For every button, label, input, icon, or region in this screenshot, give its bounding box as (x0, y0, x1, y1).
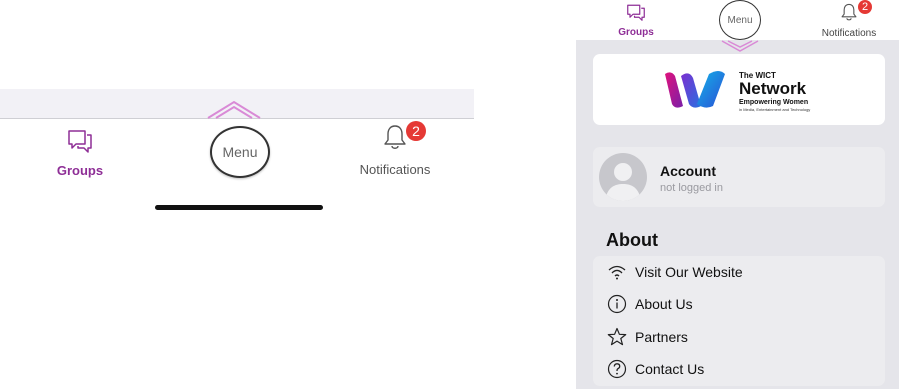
tab-groups[interactable]: Groups (40, 128, 120, 178)
tab-notifications-label: Notifications (359, 162, 431, 177)
home-indicator (155, 205, 323, 210)
menu-button-label: Menu (727, 14, 753, 26)
list-item-contact-us[interactable]: Contact Us (593, 353, 885, 385)
account-status: not logged in (660, 182, 723, 194)
star-icon (607, 327, 627, 346)
tab-notifications-label: Notifications (821, 28, 877, 39)
tab-notifications[interactable]: 2 Notifications (814, 0, 884, 39)
about-list: Visit Our Website About Us Partners Cont… (593, 256, 885, 386)
menu-button-label: Menu (222, 144, 258, 160)
logo-tagline: Empowering Women (739, 99, 809, 106)
bell-icon: 2 (382, 121, 426, 156)
notifications-badge: 2 (406, 121, 426, 141)
info-icon (607, 294, 627, 314)
account-title: Account (660, 163, 716, 179)
logo-subtagline: in Media, Entertainment and Technology (739, 107, 811, 112)
menu-button[interactable]: Menu (719, 0, 761, 40)
chat-bubbles-icon (626, 3, 646, 26)
tab-groups[interactable]: Groups (606, 3, 666, 38)
list-item-about-us[interactable]: About Us (593, 288, 885, 320)
tab-groups-label: Groups (618, 27, 654, 38)
right-screen-menu: Groups Menu 2 Notifications The WICT Net… (576, 0, 899, 389)
list-item-visit-website[interactable]: Visit Our Website (593, 256, 885, 288)
tab-bar: Groups Menu 2 Notifications (576, 0, 899, 40)
organization-logo-card: The WICT Network Empowering Women in Med… (593, 54, 885, 125)
left-screen: Groups Menu 2 Notifications (0, 0, 474, 389)
list-item-label: Contact Us (635, 361, 705, 377)
menu-chevron-up-icon (207, 100, 261, 119)
wict-logo-mark-icon (665, 71, 725, 108)
menu-chevron-down-icon (721, 40, 759, 52)
list-item-label: About Us (635, 296, 693, 312)
question-icon (607, 359, 627, 379)
bell-icon: 2 (840, 0, 872, 27)
logo-wordmark: The WICT Network Empowering Women in Med… (739, 71, 810, 112)
about-heading: About (606, 230, 658, 250)
tab-notifications[interactable]: 2 Notifications (345, 121, 445, 177)
avatar (599, 153, 647, 201)
list-item-label: Visit Our Website (635, 264, 743, 280)
tab-groups-label: Groups (56, 163, 104, 178)
wifi-icon (608, 265, 626, 280)
menu-button[interactable]: Menu (210, 126, 270, 178)
logo-line-2: Network (739, 79, 807, 98)
notifications-badge: 2 (858, 0, 872, 14)
account-card[interactable]: Account not logged in (593, 147, 885, 207)
list-item-partners[interactable]: Partners (593, 321, 885, 353)
chat-bubbles-icon (67, 128, 93, 159)
list-item-label: Partners (635, 329, 688, 345)
